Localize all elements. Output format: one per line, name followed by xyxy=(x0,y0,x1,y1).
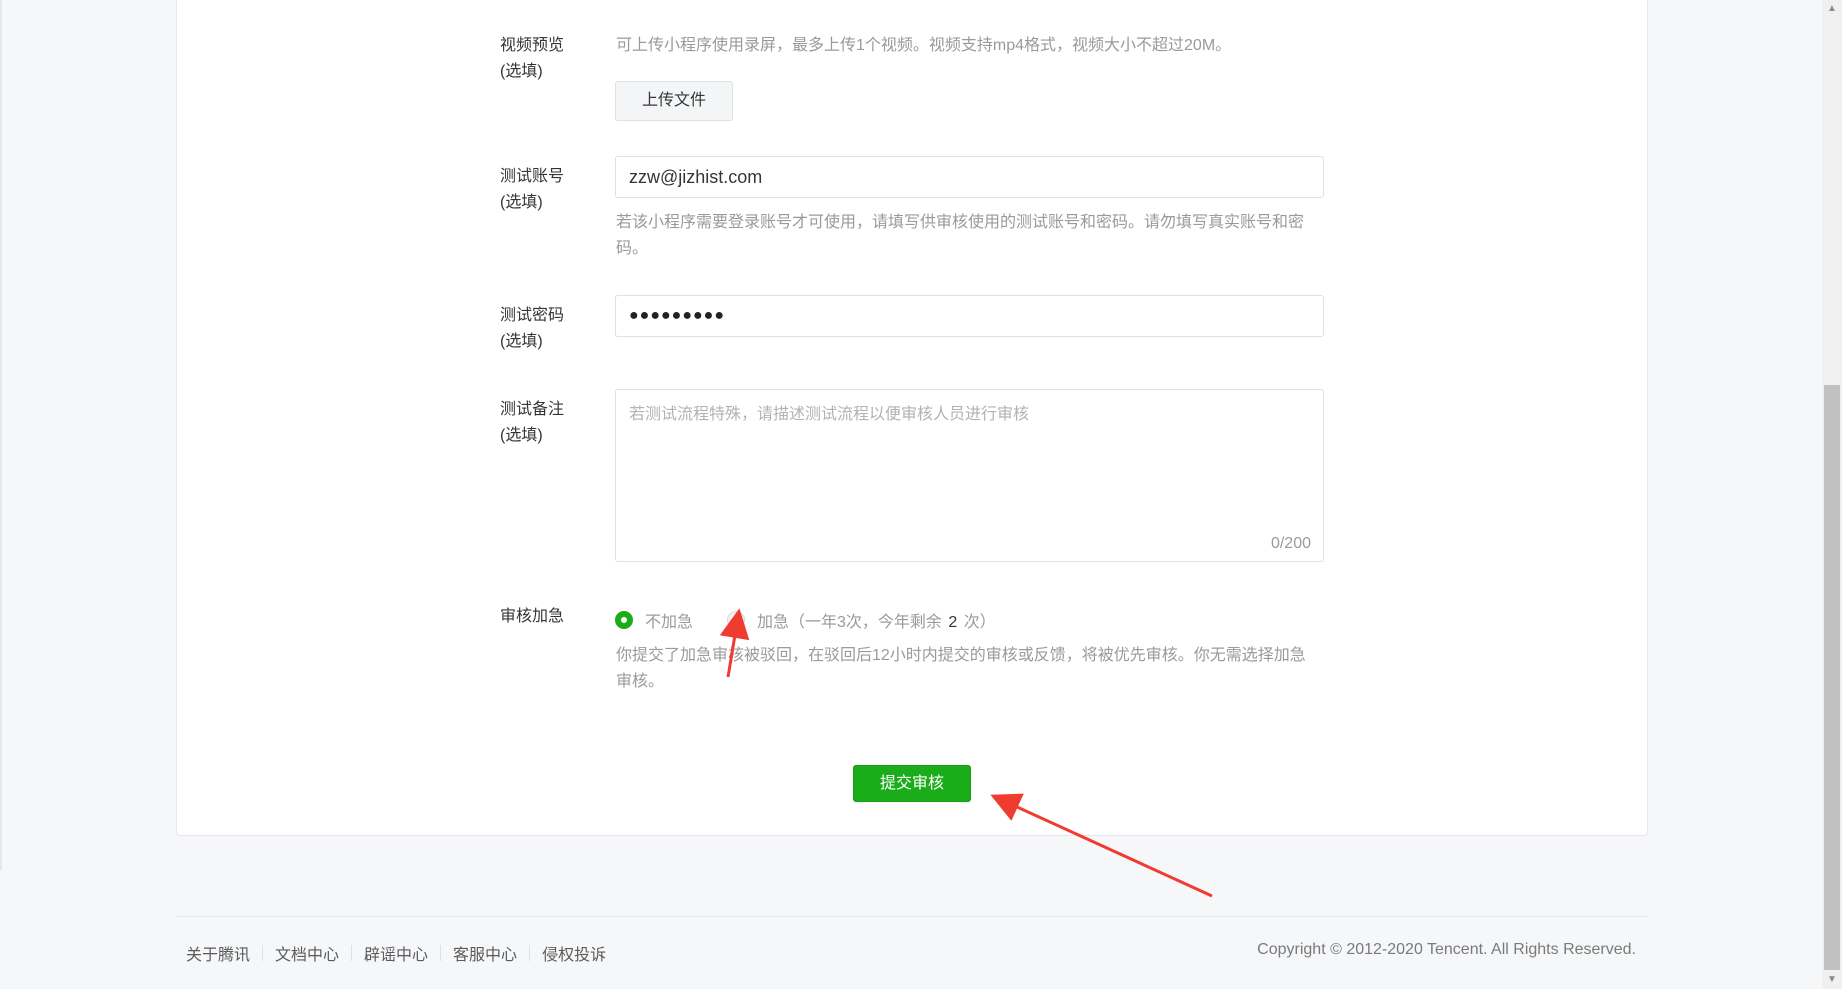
test-notes-placeholder: 若测试流程特殊，请描述测试流程以便审核人员进行审核 xyxy=(629,406,1030,423)
footer-link-support[interactable]: 客服中心 xyxy=(453,941,517,965)
radio-no-expedite[interactable] xyxy=(615,611,633,629)
expedite-label: 审核加急 xyxy=(500,608,565,625)
test-account-hint: 若该小程序需要登录账号才可使用，请填写供审核使用的测试账号和密码。请勿填写真实账… xyxy=(616,214,1305,257)
copyright: Copyright © 2012-2020 Tencent. All Right… xyxy=(1257,941,1636,958)
test-notes-label: 测试备注 (选填) xyxy=(500,401,565,444)
expedite-hint: 你提交了加急审核被驳回，在驳回后12小时内提交的审核或反馈，将被优先审核。你无需… xyxy=(616,647,1306,690)
footer-link-infringement[interactable]: 侵权投诉 xyxy=(542,941,606,965)
upload-file-button[interactable]: 上传文件 xyxy=(615,81,733,121)
scroll-down-icon[interactable]: ▼ xyxy=(1822,971,1842,989)
remaining-count: 2 xyxy=(948,614,958,631)
radio-expedite[interactable] xyxy=(727,611,746,629)
submit-review-button[interactable]: 提交审核 xyxy=(853,765,971,802)
radio-expedite-label[interactable]: 加急（一年3次，今年剩余 2 次） xyxy=(757,608,996,632)
expedite-radio-group: 不加急 加急（一年3次，今年剩余 2 次） xyxy=(615,607,996,633)
video-preview-hint: 可上传小程序使用录屏，最多上传1个视频。视频支持mp4格式，视频大小不超过20M… xyxy=(616,37,1232,54)
footer-link-docs[interactable]: 文档中心 xyxy=(275,941,339,965)
test-password-input[interactable]: ●●●●●●●●● xyxy=(615,295,1324,337)
footer-link-rumor[interactable]: 辟谣中心 xyxy=(364,941,428,965)
left-border xyxy=(0,0,2,870)
test-notes-textarea[interactable]: 若测试流程特殊，请描述测试流程以便审核人员进行审核 0/200 xyxy=(615,389,1324,562)
test-password-label: 测试密码 (选填) xyxy=(500,307,565,350)
footer-link-about[interactable]: 关于腾讯 xyxy=(186,941,250,965)
test-account-input[interactable]: zzw@jizhist.com xyxy=(615,156,1324,198)
footer-divider xyxy=(176,916,1648,917)
scroll-thumb[interactable] xyxy=(1824,385,1840,970)
char-counter: 0/200 xyxy=(1270,535,1311,552)
radio-no-expedite-label[interactable]: 不加急 xyxy=(645,608,693,632)
footer-links: 关于腾讯 文档中心 辟谣中心 客服中心 侵权投诉 xyxy=(186,941,606,965)
scrollbar[interactable]: ▲ ▼ xyxy=(1822,0,1842,989)
test-account-label: 测试账号 (选填) xyxy=(500,168,565,211)
scroll-up-icon[interactable]: ▲ xyxy=(1822,0,1842,18)
video-preview-label: 视频预览 (选填) xyxy=(500,37,565,80)
